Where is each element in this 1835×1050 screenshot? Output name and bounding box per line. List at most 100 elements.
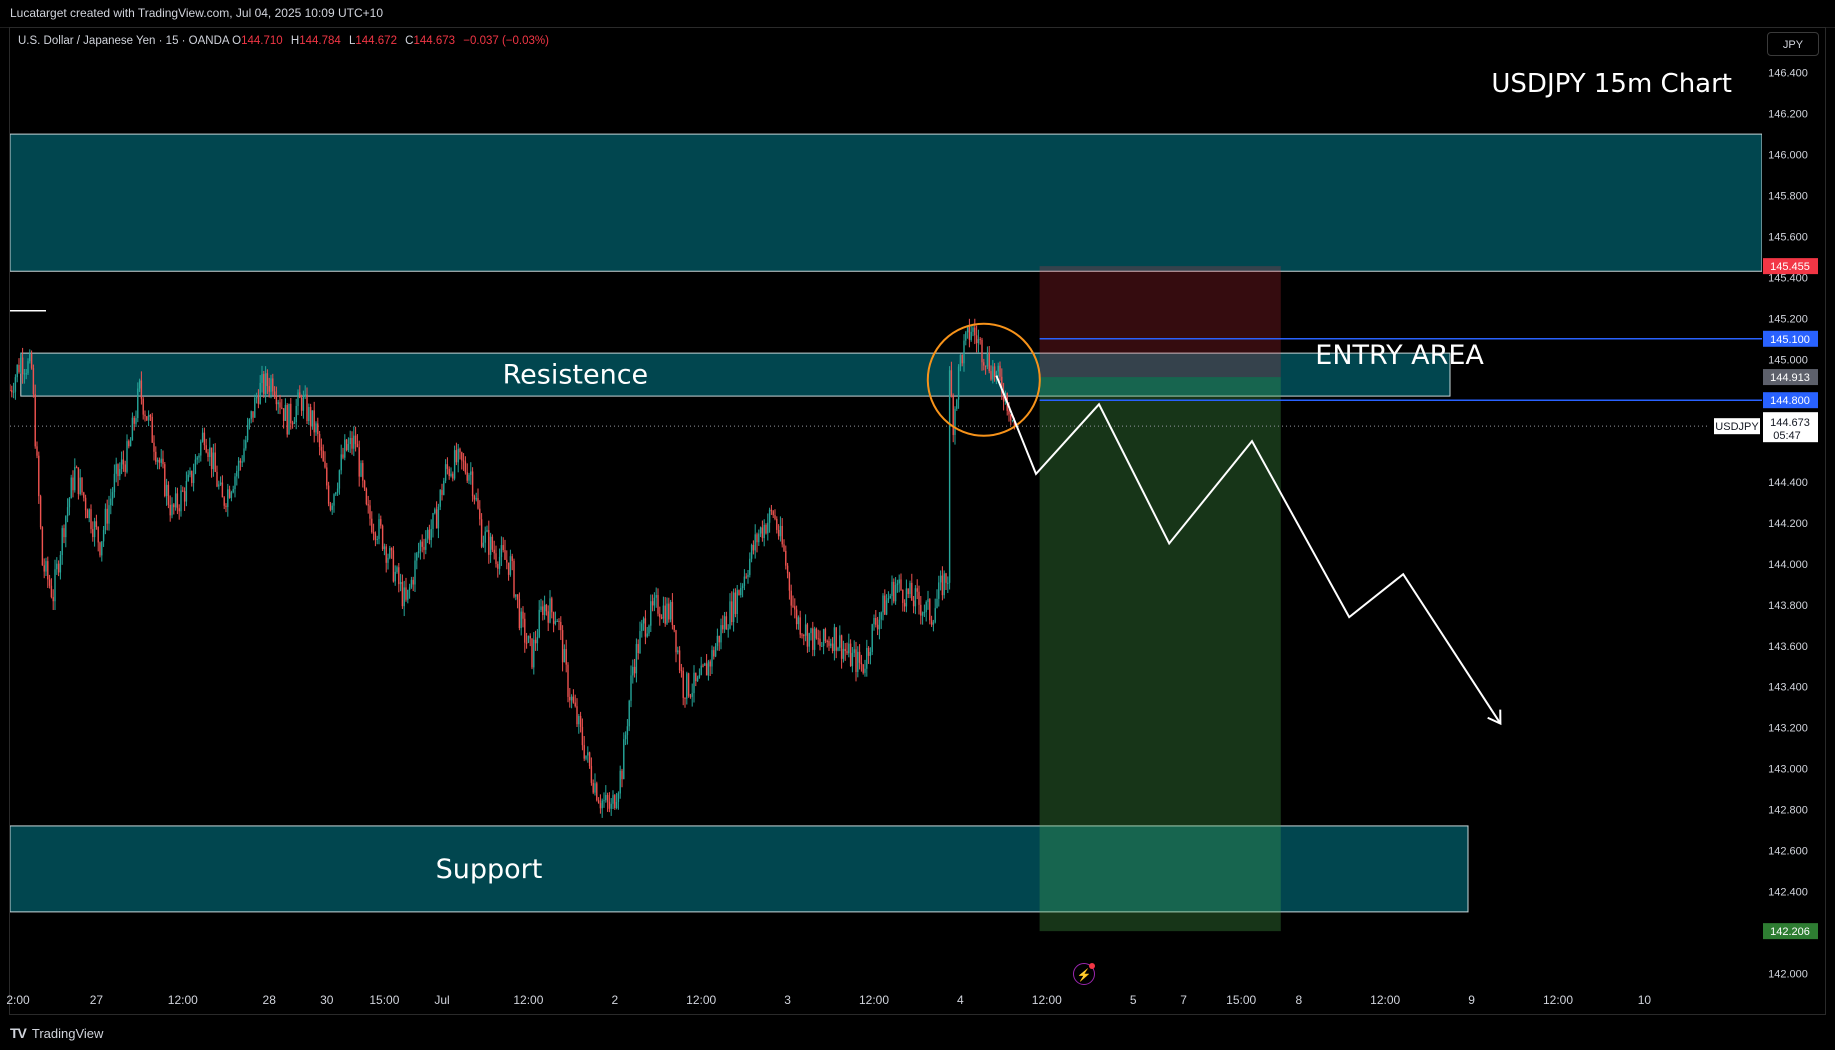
candle-body <box>887 598 890 601</box>
candle-body <box>45 561 47 572</box>
y-tick-label: 144.400 <box>1768 477 1808 489</box>
candle-body <box>945 573 947 583</box>
tradingview-brand[interactable]: TV TradingView <box>10 1025 103 1041</box>
candle-body <box>428 529 431 541</box>
candle-body <box>633 666 636 674</box>
y-tick-label: 143.200 <box>1768 723 1808 735</box>
candle-body <box>468 474 470 481</box>
candle-body <box>498 556 501 569</box>
y-tick-label: 146.000 <box>1768 150 1808 162</box>
candle-body <box>333 494 335 506</box>
candle-body <box>68 498 71 508</box>
candle-body <box>642 618 645 624</box>
candle-body <box>947 582 949 584</box>
candle-body <box>534 639 537 644</box>
candle-body <box>140 380 143 399</box>
candle-body <box>394 571 396 582</box>
candle-body <box>122 459 125 465</box>
candle-body <box>43 565 45 572</box>
candle-body <box>930 620 933 625</box>
x-tick-label: 2 <box>611 993 618 1007</box>
candle-body <box>133 417 135 424</box>
candle-body <box>520 611 522 629</box>
candle-body <box>419 541 422 551</box>
x-tick-label: 3 <box>784 993 791 1007</box>
candle-body <box>209 447 211 458</box>
candle-body <box>29 353 31 362</box>
candle-body <box>889 595 891 599</box>
candle-body <box>853 649 855 653</box>
candle-body <box>923 612 926 614</box>
candle-body <box>597 800 600 804</box>
candle-body <box>936 598 938 609</box>
candle-body <box>547 611 549 623</box>
x-tick-label: Jul <box>434 993 449 1007</box>
candle-body <box>93 521 96 538</box>
candle-body <box>282 408 285 421</box>
candle-body <box>56 563 58 570</box>
candle-body <box>34 394 36 447</box>
brand-name: TradingView <box>31 1025 104 1041</box>
candle-body <box>171 504 173 516</box>
candle-body <box>801 634 803 636</box>
candle-body <box>587 752 589 756</box>
candle-body <box>741 585 744 589</box>
candle-body <box>999 365 1001 377</box>
candle-body <box>988 353 990 372</box>
high-label: H <box>290 35 300 47</box>
candle-body <box>660 617 663 619</box>
candle-body <box>977 339 980 344</box>
tradingview-logo-icon: TV <box>10 1025 27 1041</box>
candle-body <box>74 467 76 491</box>
candle-body <box>266 373 269 387</box>
y-tick-label: 145.600 <box>1768 231 1808 243</box>
candle-body <box>187 474 189 481</box>
candle-body <box>210 447 213 470</box>
candle-body <box>585 755 587 759</box>
candle-body <box>345 439 348 451</box>
candle-body <box>884 595 886 615</box>
open-value: 144.710 <box>241 35 283 47</box>
candle-body <box>507 562 510 575</box>
candle-body <box>439 490 441 507</box>
candle-body <box>142 398 144 415</box>
candle-body <box>617 793 620 802</box>
candle-body <box>599 803 602 809</box>
candle-body <box>302 396 305 411</box>
candle-body <box>657 595 659 614</box>
candle-body <box>815 628 818 639</box>
candle-body <box>365 488 368 505</box>
candle-body <box>824 629 827 641</box>
price-chart[interactable]: Resistence Support ENTRY AREA USDJPY 15m Ch… <box>0 0 1835 1050</box>
candle-body <box>646 633 648 637</box>
candle-body <box>572 696 575 703</box>
candle-body <box>354 435 357 445</box>
candle-body <box>241 461 243 463</box>
candle-body <box>774 515 776 519</box>
candle-body <box>174 493 177 508</box>
y-tick-label: 145.800 <box>1768 191 1808 203</box>
candle-body <box>540 606 542 610</box>
candle-body <box>63 528 65 538</box>
currency-button[interactable]: JPY <box>1767 32 1819 56</box>
candle-body <box>907 588 909 595</box>
candle-body <box>95 521 98 528</box>
candle-body <box>434 509 436 514</box>
footer-bar <box>0 1016 1835 1050</box>
candle-body <box>374 533 377 540</box>
lightning-icon[interactable]: ⚡ <box>1073 963 1095 985</box>
candle-body <box>549 598 551 623</box>
candle-body <box>795 609 798 625</box>
candle-body <box>822 629 825 646</box>
candle-body <box>506 559 508 563</box>
candle-body <box>369 505 371 519</box>
candle-body <box>488 530 490 555</box>
candle-body <box>632 666 634 676</box>
candle-body <box>810 628 812 634</box>
candle-body <box>515 594 517 597</box>
candle-body <box>79 477 81 495</box>
candle-body <box>624 735 627 740</box>
candle-body <box>986 353 989 367</box>
candle-body <box>358 447 360 477</box>
candle-body <box>831 643 834 651</box>
